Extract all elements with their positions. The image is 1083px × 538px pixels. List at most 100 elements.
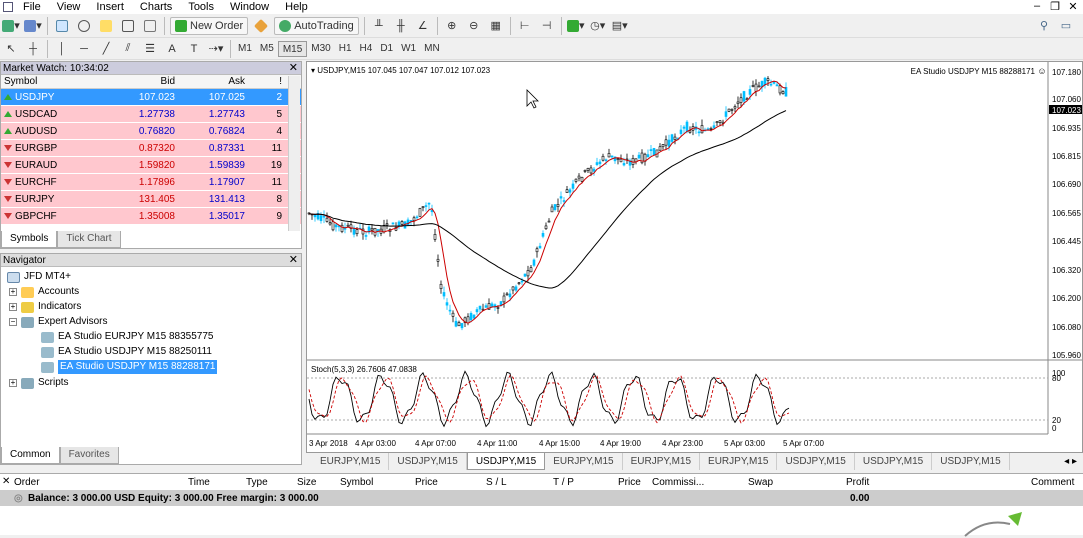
col-ask[interactable]: Ask — [177, 75, 247, 88]
minimize-button[interactable]: – — [1031, 0, 1043, 13]
tab-symbols[interactable]: Symbols — [1, 231, 58, 248]
market-watch-icon[interactable] — [53, 17, 71, 35]
timeframe-mn[interactable]: MN — [420, 41, 444, 57]
close-icon[interactable]: ✕ — [289, 254, 298, 267]
menu-insert[interactable]: Insert — [88, 1, 132, 13]
data-window-icon[interactable] — [75, 17, 93, 35]
nav-scripts[interactable]: + Scripts — [9, 376, 69, 390]
close-icon[interactable]: ✕ — [2, 476, 10, 487]
terminal-col[interactable]: Comment — [1031, 474, 1074, 491]
strategy-tester-icon[interactable] — [141, 17, 159, 35]
menu-charts[interactable]: Charts — [132, 1, 180, 13]
terminal-icon[interactable] — [119, 17, 137, 35]
market-watch-row[interactable]: EURJPY 131.405 131.413 8 — [1, 191, 301, 208]
market-watch-row[interactable]: EURCHF 1.17896 1.17907 11 — [1, 174, 301, 191]
nav-indicators[interactable]: + Indicators — [9, 300, 81, 314]
autotrading-button[interactable]: AutoTrading — [274, 16, 359, 35]
terminal-col[interactable]: Commissi... — [652, 474, 704, 491]
col-bid[interactable]: Bid — [107, 75, 177, 88]
balance-row[interactable]: ◎ Balance: 3 000.00 USD Equity: 3 000.00… — [0, 491, 1083, 506]
nav-expert-2[interactable]: EA Studio USDJPY M15 88250111 — [41, 345, 212, 359]
trendline-icon[interactable]: ╱ — [97, 40, 115, 58]
zoom-in-icon[interactable]: ⊕ — [443, 17, 461, 35]
chart-tab[interactable]: EURJPY,M15 — [545, 453, 623, 470]
tab-favorites[interactable]: Favorites — [59, 447, 119, 464]
nav-root[interactable]: JFD MT4+ — [7, 270, 71, 284]
new-order-button[interactable]: New Order — [170, 16, 249, 35]
terminal-col[interactable]: S / L — [486, 474, 507, 491]
navigator-icon[interactable] — [97, 17, 115, 35]
fibonacci-icon[interactable]: ☰ — [141, 40, 159, 58]
col-symbol[interactable]: Symbol — [1, 75, 107, 88]
terminal-col[interactable]: Size — [297, 474, 316, 491]
chart-window[interactable]: ▾ USDJPY,M15 107.045 107.047 107.012 107… — [306, 61, 1083, 453]
periods-icon[interactable]: ◷▾ — [589, 17, 607, 35]
menu-window[interactable]: Window — [222, 1, 277, 13]
timeframe-m5[interactable]: M5 — [256, 41, 278, 57]
market-watch-row[interactable]: USDJPY 107.023 107.025 2 — [1, 89, 301, 106]
autoscroll-icon[interactable]: ⊢ — [516, 17, 534, 35]
chart-tab[interactable]: USDJPY,M15 — [932, 453, 1010, 470]
menu-file[interactable]: File — [15, 1, 49, 13]
expand-icon[interactable]: + — [9, 303, 17, 311]
market-watch-row[interactable]: AUDUSD 0.76820 0.76824 4 — [1, 123, 301, 140]
timeframe-h1[interactable]: H1 — [335, 41, 356, 57]
terminal-col[interactable]: Price — [618, 474, 641, 491]
terminal-col[interactable]: Order — [14, 474, 40, 491]
terminal-col[interactable]: Swap — [748, 474, 773, 491]
text-icon[interactable]: A — [163, 40, 181, 58]
chart-tab[interactable]: EURJPY,M15 — [312, 453, 390, 470]
chart-shift-icon[interactable]: ⊣ — [538, 17, 556, 35]
menu-view[interactable]: View — [49, 1, 89, 13]
terminal-col[interactable]: Symbol — [340, 474, 373, 491]
line-chart-icon[interactable]: ∠ — [414, 17, 432, 35]
close-icon[interactable]: ✕ — [289, 62, 298, 75]
new-chart-icon[interactable]: ▾ — [2, 17, 20, 35]
terminal-col[interactable]: Price — [415, 474, 438, 491]
tab-scroll-arrows-icon[interactable]: ◂ ▸ — [1064, 453, 1083, 470]
collapse-icon[interactable]: − — [9, 318, 17, 326]
scrollbar[interactable] — [288, 76, 300, 231]
terminal-col[interactable]: Profit — [846, 474, 869, 491]
timeframe-m1[interactable]: M1 — [234, 41, 256, 57]
timeframe-m15[interactable]: M15 — [277, 40, 308, 57]
channel-icon[interactable]: ⫽ — [119, 40, 137, 58]
chart-tab[interactable]: USDJPY,M15 — [466, 453, 546, 470]
search-icon[interactable]: ⚲ — [1035, 17, 1053, 35]
vertical-line-icon[interactable]: │ — [53, 40, 71, 58]
candlestick-icon[interactable]: ╫ — [392, 17, 410, 35]
timeframe-m30[interactable]: M30 — [307, 41, 334, 57]
market-watch-row[interactable]: EURAUD 1.59820 1.59839 19 — [1, 157, 301, 174]
timeframe-w1[interactable]: W1 — [397, 41, 420, 57]
nav-accounts[interactable]: + Accounts — [9, 285, 79, 299]
metaeditor-icon[interactable] — [252, 17, 270, 35]
tab-tick-chart[interactable]: Tick Chart — [57, 231, 121, 248]
arrows-icon[interactable]: ⇢▾ — [207, 40, 225, 58]
profiles-icon[interactable]: ▾ — [24, 17, 42, 35]
timeframe-h4[interactable]: H4 — [356, 41, 377, 57]
expand-icon[interactable]: + — [9, 379, 17, 387]
cursor-icon[interactable]: ↖ — [2, 40, 20, 58]
market-watch-row[interactable]: EURGBP 0.87320 0.87331 11 — [1, 140, 301, 157]
chart-tab[interactable]: USDJPY,M15 — [855, 453, 933, 470]
nav-expert-advisors[interactable]: − Expert Advisors — [9, 315, 107, 329]
close-button[interactable]: ✕ — [1067, 0, 1079, 13]
price-chart[interactable]: ▾ USDJPY,M15 107.045 107.047 107.012 107… — [307, 62, 1082, 452]
menu-help[interactable]: Help — [277, 1, 316, 13]
crosshair-icon[interactable]: ┼ — [24, 40, 42, 58]
zoom-out-icon[interactable]: ⊖ — [465, 17, 483, 35]
terminal-col[interactable]: T / P — [553, 474, 574, 491]
chart-tab[interactable]: USDJPY,M15 — [777, 453, 855, 470]
nav-expert-1[interactable]: EA Studio EURJPY M15 88355775 — [41, 330, 213, 344]
nav-expert-3[interactable]: EA Studio USDJPY M15 88288171 — [41, 360, 218, 374]
chat-icon[interactable]: ▭ — [1057, 17, 1075, 35]
expand-icon[interactable]: + — [9, 288, 17, 296]
chart-tab[interactable]: EURJPY,M15 — [623, 453, 701, 470]
chart-tab[interactable]: USDJPY,M15 — [389, 453, 467, 470]
market-watch-row[interactable]: USDCAD 1.27738 1.27743 5 — [1, 106, 301, 123]
timeframe-d1[interactable]: D1 — [376, 41, 397, 57]
templates-icon[interactable]: ▤▾ — [611, 17, 629, 35]
bar-chart-icon[interactable]: ╨ — [370, 17, 388, 35]
text-label-icon[interactable]: T — [185, 40, 203, 58]
chart-tab[interactable]: EURJPY,M15 — [700, 453, 778, 470]
